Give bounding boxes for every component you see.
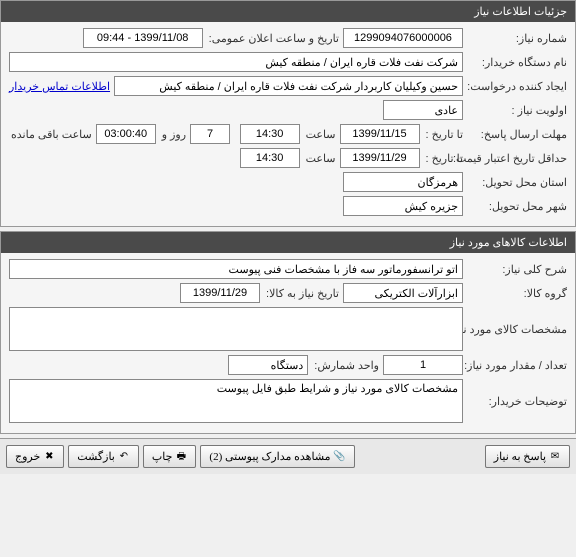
print-icon: 🖶 (175, 451, 187, 463)
announce-label: تاریخ و ساعت اعلان عمومی: (207, 32, 339, 45)
need-details-header: جزئیات اطلاعات نیاز (1, 1, 575, 22)
announce-field[interactable] (83, 28, 203, 48)
unit-field[interactable] (228, 355, 308, 375)
deadline-label: مهلت ارسال پاسخ: (467, 128, 567, 141)
back-button[interactable]: ↶ بازگشت (68, 445, 139, 468)
respond-label: پاسخ به نیاز (494, 450, 546, 463)
contact-link[interactable]: اطلاعات تماس خریدار (9, 80, 110, 93)
respond-icon: ✉ (549, 451, 561, 463)
desc-field[interactable] (9, 259, 463, 279)
attachments-label: مشاهده مدارک پیوستی (2) (209, 450, 330, 463)
print-label: چاپ (152, 450, 173, 463)
time-label-2: ساعت (304, 152, 336, 165)
need-date-field[interactable] (180, 283, 260, 303)
validity-label: حداقل تاریخ اعتبار قیمت: (467, 152, 567, 165)
spec-label: مشخصات کالای مورد نیاز: (467, 323, 567, 336)
buyer-notes-field[interactable] (9, 379, 463, 423)
attachment-icon: 📎 (334, 451, 346, 463)
priority-field[interactable] (383, 100, 463, 120)
buyer-notes-label: توضیحات خریدار: (467, 395, 567, 408)
deadline-date-field[interactable] (340, 124, 420, 144)
qty-field[interactable] (383, 355, 463, 375)
day-and-label: روز و (160, 128, 186, 141)
validity-date-field[interactable] (340, 148, 420, 168)
province-field[interactable] (343, 172, 463, 192)
group-field[interactable] (343, 283, 463, 303)
print-button[interactable]: 🖶 چاپ (143, 445, 197, 468)
to-date-label-2: تا تاریخ : (424, 152, 463, 165)
remain-days-field[interactable] (190, 124, 230, 144)
remain-time-field[interactable] (96, 124, 156, 144)
city-label: شهر محل تحویل: (467, 200, 567, 213)
need-number-field[interactable] (343, 28, 463, 48)
priority-label: اولویت نیاز : (467, 104, 567, 117)
footer-toolbar: ✉ پاسخ به نیاز 📎 مشاهده مدارک پیوستی (2)… (0, 438, 576, 474)
exit-label: خروج (15, 450, 40, 463)
goods-info-body: شرح کلی نیاز: گروه کالا: تاریخ نیاز به ک… (1, 253, 575, 433)
buyer-field[interactable] (9, 52, 463, 72)
respond-button[interactable]: ✉ پاسخ به نیاز (485, 445, 570, 468)
need-number-label: شماره نیاز: (467, 32, 567, 45)
to-date-label-1: تا تاریخ : (424, 128, 463, 141)
buyer-label: نام دستگاه خریدار: (467, 56, 567, 69)
group-label: گروه کالا: (467, 287, 567, 300)
remain-label: ساعت باقی مانده (9, 128, 92, 141)
attachments-button[interactable]: 📎 مشاهده مدارک پیوستی (2) (200, 445, 354, 468)
qty-label: تعداد / مقدار مورد نیاز: (467, 359, 567, 372)
desc-label: شرح کلی نیاز: (467, 263, 567, 276)
need-date-label: تاریخ نیاز به کالا: (264, 287, 339, 300)
requester-label: ایجاد کننده درخواست: (467, 80, 567, 93)
goods-info-panel: اطلاعات کالاهای مورد نیاز شرح کلی نیاز: … (0, 231, 576, 434)
deadline-time-field[interactable] (240, 124, 300, 144)
back-icon: ↶ (118, 451, 130, 463)
need-details-body: شماره نیاز: تاریخ و ساعت اعلان عمومی: نا… (1, 22, 575, 226)
requester-field[interactable] (114, 76, 463, 96)
exit-icon: ✖ (43, 451, 55, 463)
province-label: استان محل تحویل: (467, 176, 567, 189)
time-label-1: ساعت (304, 128, 336, 141)
validity-time-field[interactable] (240, 148, 300, 168)
goods-info-header: اطلاعات کالاهای مورد نیاز (1, 232, 575, 253)
exit-button[interactable]: ✖ خروج (6, 445, 64, 468)
unit-label: واحد شمارش: (312, 359, 379, 372)
city-field[interactable] (343, 196, 463, 216)
spec-field[interactable] (9, 307, 463, 351)
need-details-panel: جزئیات اطلاعات نیاز شماره نیاز: تاریخ و … (0, 0, 576, 227)
back-label: بازگشت (77, 450, 115, 463)
